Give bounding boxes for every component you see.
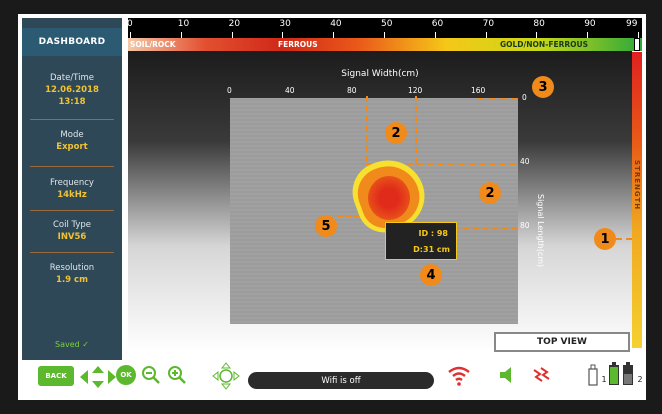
move-view-icon[interactable]	[212, 362, 240, 390]
ruler-tick-label: 60	[431, 19, 444, 29]
ruler-tick-label: 70	[482, 19, 495, 29]
ruler-tick-label: 50	[381, 19, 393, 29]
target-signal-core	[368, 176, 410, 220]
sidebar-divider	[30, 210, 114, 211]
dashboard-button[interactable]: DASHBOARD	[22, 28, 122, 56]
ruler-tick-label: 99	[626, 19, 638, 29]
date-value: 12.06.2018	[45, 85, 99, 95]
y-tick: 40	[520, 157, 530, 166]
battery1-label: 1	[601, 374, 607, 384]
sidebar-divider	[30, 119, 114, 120]
direction-pad-icon[interactable]	[78, 365, 118, 389]
mode-block: Mode Export	[22, 129, 122, 153]
view-mode-button[interactable]: TOP VIEW	[494, 332, 630, 352]
callout-badge: 1	[594, 228, 616, 250]
frequency-label: Frequency	[50, 178, 94, 188]
callout-leader	[616, 238, 632, 240]
zoom-in-icon[interactable]	[166, 364, 188, 386]
vibration-icon[interactable]	[530, 364, 552, 386]
time-value: 13:18	[58, 97, 86, 107]
x-axis-title: Signal Width(cm)	[341, 69, 419, 79]
ruler-tick-label: 30	[279, 19, 291, 29]
ok-button[interactable]: OK	[116, 365, 136, 385]
y-tick: 0	[522, 93, 527, 102]
sidebar-divider	[30, 166, 114, 167]
ruler-tick-label: 10	[177, 19, 190, 29]
frequency-value: 14kHz	[57, 190, 87, 200]
coil-block: Coil Type INV56	[22, 219, 122, 243]
datetime-label: Date/Time	[50, 73, 94, 83]
guide-line	[337, 215, 359, 217]
target-info-box: ID : 98 D:31 cm	[385, 222, 457, 260]
conductivity-marker	[634, 38, 640, 51]
battery1-icon	[608, 362, 620, 386]
ruler-tick-label: 0	[127, 19, 133, 29]
wifi-status: Wifi is off	[248, 372, 434, 389]
resolution-label: Resolution	[49, 263, 95, 273]
mode-label: Mode	[60, 130, 84, 140]
target-id: ID : 98	[418, 229, 448, 238]
ruler-tick-label: 90	[584, 19, 596, 29]
coil-value: INV56	[57, 232, 87, 242]
ruler-tick-label: 20	[228, 19, 241, 29]
ruler-tick-label: 80	[533, 19, 545, 29]
x-tick: 0	[227, 86, 232, 95]
ruler-tick-label: 40	[330, 19, 342, 29]
coil-label: Coil Type	[52, 220, 92, 230]
battery2-icon	[622, 362, 634, 386]
callout-badge: 3	[532, 76, 554, 98]
ferrous-label: FERROUS	[278, 40, 318, 49]
x-tick: 120	[408, 86, 423, 95]
callout-badge: 4	[420, 264, 442, 286]
gold-label: GOLD/NON-FERROUS	[500, 40, 588, 49]
battery2-label: 2	[637, 374, 643, 384]
guide-line	[415, 96, 417, 164]
x-tick: 40	[285, 86, 295, 95]
y-tick: 80	[520, 221, 530, 230]
usb-icon	[588, 364, 598, 386]
back-button[interactable]: BACK	[38, 366, 74, 386]
target-depth: D:31 cm	[413, 245, 450, 254]
resolution-block: Resolution 1.9 cm	[22, 262, 122, 286]
y-axis-title: Signal Length(cm)	[536, 194, 545, 268]
zoom-out-icon[interactable]	[140, 364, 162, 386]
sidebar-divider	[30, 252, 114, 253]
speaker-icon[interactable]	[496, 364, 518, 386]
callout-badge: 5	[315, 215, 337, 237]
x-tick: 160	[471, 86, 486, 95]
mode-value: Export	[56, 142, 88, 152]
guide-line	[478, 98, 518, 100]
frequency-block: Frequency 14kHz	[22, 177, 122, 201]
callout-badge: 2	[385, 122, 407, 144]
wifi-icon[interactable]	[446, 362, 472, 388]
guide-line	[366, 96, 368, 162]
saved-status: Saved ✓	[55, 340, 89, 349]
soil-rock-label: SOIL/ROCK	[130, 40, 176, 49]
resolution-value: 1.9 cm	[56, 275, 88, 285]
x-tick: 80	[347, 86, 357, 95]
datetime-block: Date/Time 12.06.2018 13:18	[22, 72, 122, 108]
strength-label: STRENGTH	[633, 160, 641, 211]
callout-badge: 2	[479, 182, 501, 204]
